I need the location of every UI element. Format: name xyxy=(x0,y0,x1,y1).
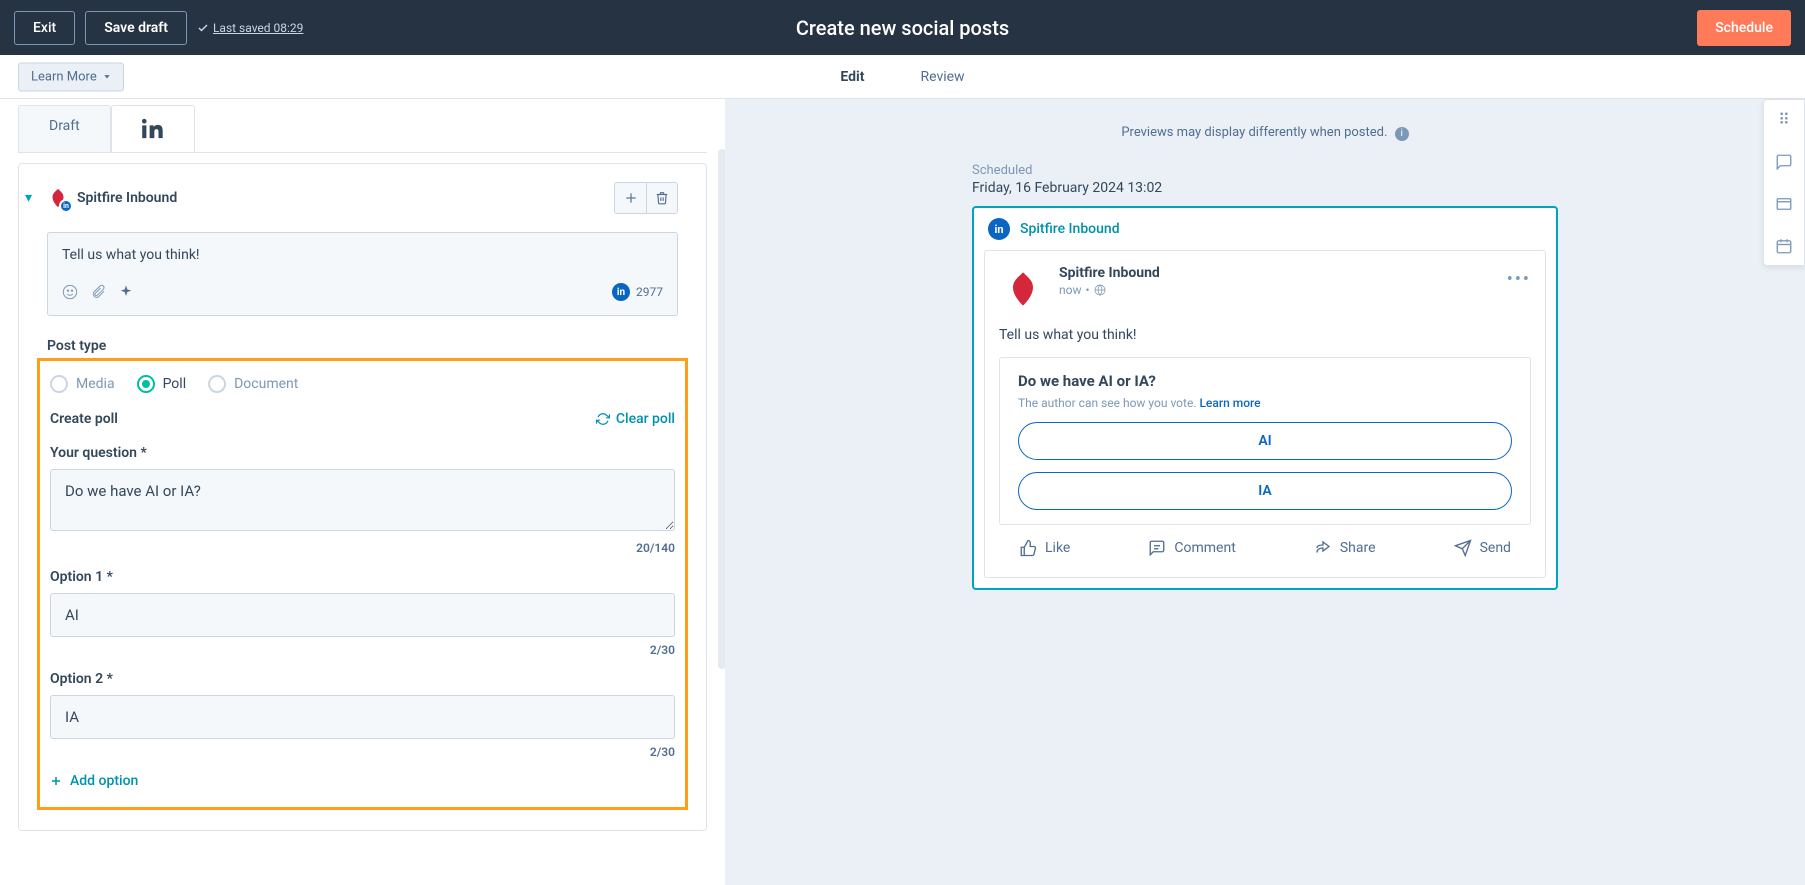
page-title: Create new social posts xyxy=(796,16,1009,40)
schedule-button[interactable]: Schedule xyxy=(1697,10,1791,46)
add-option-button[interactable]: Add option xyxy=(50,773,675,789)
send-icon xyxy=(1454,539,1472,557)
composer-text[interactable]: Tell us what you think! xyxy=(62,247,663,267)
plus-icon xyxy=(624,191,638,205)
option2-counter: 2/30 xyxy=(50,745,675,759)
check-icon xyxy=(197,22,209,34)
preview-account-link[interactable]: Spitfire Inbound xyxy=(1020,221,1120,237)
preview-panel: Previews may display differently when po… xyxy=(725,99,1805,885)
exit-button[interactable]: Exit xyxy=(14,11,75,45)
radio-media[interactable]: Media xyxy=(50,375,115,393)
question-input[interactable] xyxy=(50,469,675,531)
window-icon[interactable] xyxy=(1775,195,1793,213)
preview-card: in Spitfire Inbound Spitfire Inbound now… xyxy=(972,206,1558,590)
sub-bar: Learn More Edit Review xyxy=(0,55,1805,99)
char-counter: in 2977 xyxy=(612,283,663,301)
like-icon xyxy=(1019,539,1037,557)
preview-text: Tell us what you think! xyxy=(999,327,1531,343)
top-bar: Exit Save draft Last saved 08:29 Create … xyxy=(0,0,1805,55)
save-draft-button[interactable]: Save draft xyxy=(85,11,187,45)
question-counter: 20/140 xyxy=(50,541,675,555)
comment-button[interactable]: Comment xyxy=(1148,539,1235,557)
option1-input[interactable] xyxy=(50,593,675,637)
delete-post-button[interactable] xyxy=(646,182,678,214)
share-button[interactable]: Share xyxy=(1314,539,1376,557)
drag-handle-icon[interactable]: ⠿ xyxy=(1778,110,1790,129)
preview-menu-button[interactable]: ••• xyxy=(1507,269,1531,290)
info-icon[interactable]: i xyxy=(1395,127,1409,141)
clear-poll-button[interactable]: Clear poll xyxy=(596,411,675,427)
preview-author: Spitfire Inbound xyxy=(1059,265,1160,281)
preview-poll: Do we have AI or IA? The author can see … xyxy=(999,357,1531,525)
preview-poll-note: The author can see how you vote. Learn m… xyxy=(1018,396,1512,410)
option1-label: Option 1 * xyxy=(50,569,675,585)
create-poll-label: Create poll xyxy=(50,411,118,427)
post-type-label: Post type xyxy=(47,338,678,354)
learn-more-link[interactable]: Learn more xyxy=(1199,396,1260,410)
poll-option-2[interactable]: IA xyxy=(1018,472,1512,510)
account-avatar: in xyxy=(47,187,69,209)
right-sidebar: ⠿ xyxy=(1763,99,1805,266)
chevron-down-icon xyxy=(103,73,111,81)
comment-icon xyxy=(1148,539,1166,557)
preview-disclaimer: Previews may display differently when po… xyxy=(725,125,1805,141)
last-saved-indicator[interactable]: Last saved 08:29 xyxy=(197,21,303,35)
poll-config-highlight: Media Poll Document Create poll Clear po… xyxy=(37,358,688,810)
scheduled-time: Friday, 16 February 2024 13:02 xyxy=(972,180,1558,196)
post-composer[interactable]: Tell us what you think! in 2977 xyxy=(47,232,678,316)
calendar-icon[interactable] xyxy=(1775,237,1793,255)
preview-poll-question: Do we have AI or IA? xyxy=(1018,372,1512,390)
radio-document[interactable]: Document xyxy=(208,375,298,393)
question-label: Your question * xyxy=(50,445,675,461)
linkedin-mini-icon: in xyxy=(612,283,630,301)
account-name: Spitfire Inbound xyxy=(77,190,177,206)
attachment-icon[interactable] xyxy=(90,284,106,300)
trash-icon xyxy=(655,191,669,205)
emoji-icon[interactable] xyxy=(62,284,78,300)
option1-counter: 2/30 xyxy=(50,643,675,657)
scheduled-label: Scheduled xyxy=(972,163,1558,178)
editor-panel: Draft ▾ in Spitfire Inbound xyxy=(0,99,725,885)
linkedin-badge-icon: in xyxy=(988,218,1010,240)
refresh-icon xyxy=(596,412,610,426)
linkedin-badge-icon: in xyxy=(59,199,73,213)
tab-review[interactable]: Review xyxy=(916,57,968,97)
radio-poll[interactable]: Poll xyxy=(137,375,187,393)
sparkle-icon[interactable] xyxy=(118,284,134,300)
poll-option-1[interactable]: AI xyxy=(1018,422,1512,460)
learn-more-button[interactable]: Learn More xyxy=(18,62,124,91)
linkedin-icon xyxy=(142,118,164,140)
tab-linkedin[interactable] xyxy=(111,105,195,152)
globe-icon xyxy=(1094,284,1106,296)
option2-input[interactable] xyxy=(50,695,675,739)
preview-avatar xyxy=(999,265,1047,313)
post-card: ▾ in Spitfire Inbound Tell us what you t… xyxy=(18,163,707,831)
add-post-button[interactable] xyxy=(614,182,646,214)
plus-icon xyxy=(50,775,62,787)
tab-draft[interactable]: Draft xyxy=(18,105,111,152)
preview-timestamp: now • xyxy=(1059,283,1160,297)
share-icon xyxy=(1314,539,1332,557)
collapse-chevron-icon[interactable]: ▾ xyxy=(25,190,32,206)
chat-icon[interactable] xyxy=(1775,153,1793,171)
tab-edit[interactable]: Edit xyxy=(836,57,868,97)
like-button[interactable]: Like xyxy=(1019,539,1070,557)
send-button[interactable]: Send xyxy=(1454,539,1511,557)
option2-label: Option 2 * xyxy=(50,671,675,687)
